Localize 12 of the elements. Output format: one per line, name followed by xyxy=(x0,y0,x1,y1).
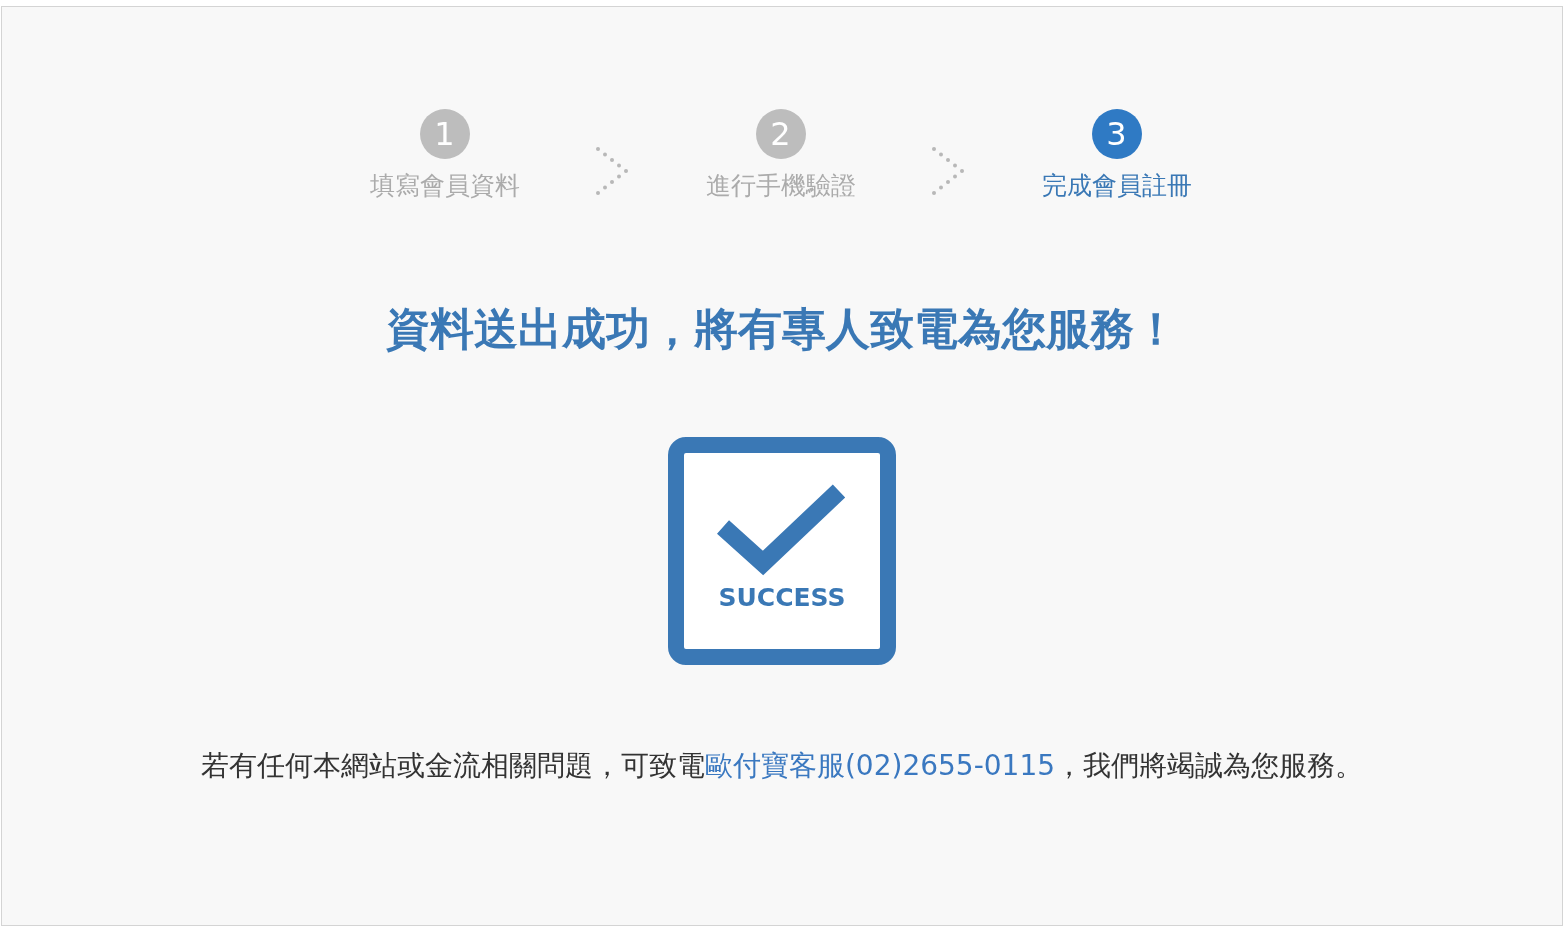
step-label: 完成會員註冊 xyxy=(1041,170,1192,202)
step-number: 2 xyxy=(755,109,806,159)
contact-text: 若有任何本網站或金流相關問題，可致電歐付寶客服(02)2655-0115，我們將竭誠為您服務。 xyxy=(200,748,1364,784)
step-number: 3 xyxy=(1091,109,1142,159)
chevron-icon xyxy=(931,147,966,197)
success-title: 資料送出成功，將有專人致電為您服務！ xyxy=(386,302,1178,356)
chevron-icon xyxy=(595,147,630,197)
step-label: 進行手機驗證 xyxy=(705,170,856,202)
step-label: 填寫會員資料 xyxy=(369,170,520,202)
success-label: SUCCESS xyxy=(718,583,846,612)
step-number: 1 xyxy=(419,109,470,159)
contact-link[interactable]: 歐付寶客服(02)2655-0115 xyxy=(704,749,1056,782)
